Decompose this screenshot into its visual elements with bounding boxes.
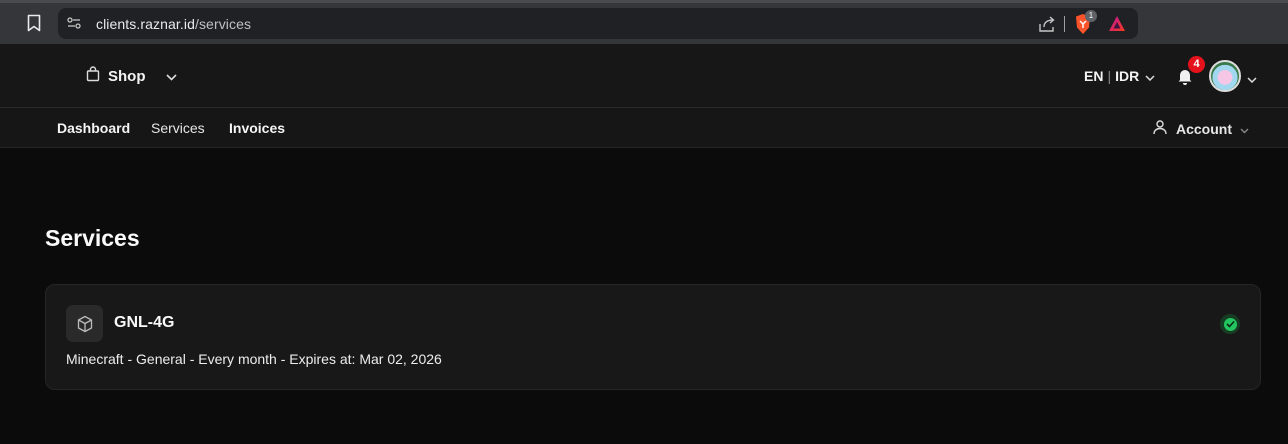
account-label: Account xyxy=(1176,120,1232,137)
service-name[interactable]: GNL-4G xyxy=(114,314,174,332)
shield-count-badge: 1 xyxy=(1085,10,1097,22)
address-bar[interactable]: clients.raznar.id/services 1 xyxy=(58,8,1138,39)
url-divider xyxy=(1064,16,1065,32)
account-menu-button[interactable]: Account xyxy=(1152,119,1249,138)
nav-item-dashboard[interactable]: Dashboard xyxy=(57,120,130,136)
chevron-down-icon xyxy=(165,68,177,86)
site-settings-icon[interactable] xyxy=(66,15,82,31)
nav-item-services[interactable]: Services xyxy=(151,120,205,136)
browser-toolbar: clients.raznar.id/services 1 xyxy=(0,0,1288,44)
brave-rewards-icon[interactable] xyxy=(1107,14,1127,34)
notification-count-badge: 4 xyxy=(1188,56,1205,73)
shopping-bag-icon xyxy=(86,66,100,87)
url-text[interactable]: clients.raznar.id/services xyxy=(96,16,251,32)
page-title: Services xyxy=(45,225,140,251)
service-card[interactable]: GNL-4G Minecraft - General - Every month… xyxy=(45,284,1261,390)
url-path: /services xyxy=(194,16,252,32)
currency-label: IDR xyxy=(1115,68,1140,84)
user-icon xyxy=(1152,119,1168,138)
bookmark-icon[interactable] xyxy=(22,11,46,35)
chevron-down-icon[interactable] xyxy=(1247,70,1257,88)
site-header: Shop EN | IDR 4 xyxy=(0,44,1288,108)
language-currency-selector[interactable]: EN | IDR xyxy=(1084,68,1155,84)
language-separator: | xyxy=(1107,68,1112,84)
sub-navigation: Dashboard Services Invoices Account xyxy=(0,108,1288,148)
language-label: EN xyxy=(1084,68,1104,84)
shop-menu-button[interactable]: Shop xyxy=(86,66,177,87)
url-host: clients.raznar.id xyxy=(96,16,195,32)
service-details: Minecraft - General - Every month - Expi… xyxy=(66,351,442,367)
chevron-down-icon xyxy=(1145,68,1155,84)
nav-item-invoices[interactable]: Invoices xyxy=(229,120,285,136)
chevron-down-icon xyxy=(1240,121,1249,137)
active-status-icon xyxy=(1220,314,1240,334)
cube-icon xyxy=(66,305,103,342)
share-icon[interactable] xyxy=(1037,14,1057,34)
shop-label: Shop xyxy=(108,68,146,85)
avatar[interactable] xyxy=(1209,60,1241,92)
